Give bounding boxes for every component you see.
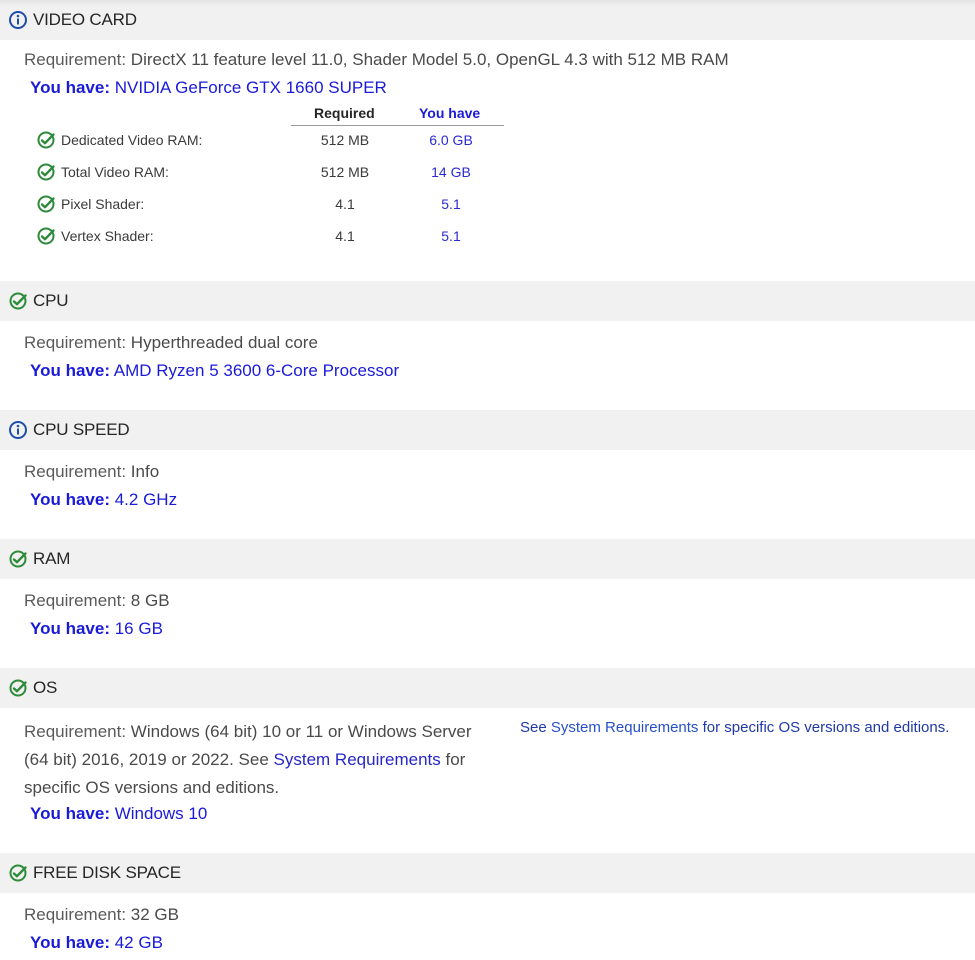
have-value: 14 GB (431, 164, 471, 180)
check-circle-icon (37, 131, 55, 149)
system-requirements-link[interactable]: System Requirements (274, 750, 441, 769)
you-have-text: You have: Windows 10 (30, 804, 208, 823)
required-value: 4.1 (335, 196, 355, 212)
have-value: 5.1 (441, 228, 461, 244)
info-icon (9, 421, 27, 439)
row-label: Pixel Shader: (61, 196, 145, 212)
section-header-ram[interactable]: RAM (0, 539, 975, 579)
requirement-text: Requirement: Info (24, 462, 160, 481)
check-circle-icon (9, 550, 27, 568)
table-row: Dedicated Video RAM: 512 MB 6.0 GB (36, 129, 506, 151)
section-title: RAM (33, 549, 71, 568)
check-circle-icon (9, 292, 27, 310)
requirements-page: VIDEO CARD Requirement: DirectX 11 featu… (0, 0, 975, 960)
row-label: Total Video RAM: (61, 164, 169, 180)
row-label: Vertex Shader: (61, 228, 154, 244)
column-header-you-have: You have (419, 105, 481, 121)
table-header-divider (291, 125, 504, 126)
you-have-text: You have: NVIDIA GeForce GTX 1660 SUPER (30, 78, 387, 97)
check-circle-icon (9, 679, 27, 697)
required-value: 4.1 (335, 228, 355, 244)
check-circle-icon (37, 163, 55, 181)
system-requirements-side-link[interactable]: System Requirements (551, 719, 699, 736)
required-value: 512 MB (320, 164, 370, 180)
you-have-text: You have: 4.2 GHz (30, 490, 178, 509)
section-title: OS (33, 678, 58, 697)
os-side-note: See System Requirements for specific OS … (520, 719, 950, 736)
section-header-cpu-speed[interactable]: CPU SPEED (0, 410, 975, 450)
section-header-cpu[interactable]: CPU (0, 281, 975, 321)
required-value: 512 MB (320, 132, 370, 148)
table-row: Vertex Shader: 4.1 5.1 (36, 225, 506, 247)
section-title: CPU SPEED (33, 420, 130, 439)
check-circle-icon (9, 864, 27, 882)
table-row: Pixel Shader: 4.1 5.1 (36, 193, 506, 215)
requirement-text: Requirement: DirectX 11 feature level 11… (24, 50, 729, 69)
info-icon (9, 11, 27, 29)
column-header-required: Required (314, 105, 375, 121)
section-title: CPU (33, 291, 69, 310)
have-value: 5.1 (441, 196, 461, 212)
section-title: FREE DISK SPACE (33, 863, 181, 882)
check-circle-icon (37, 227, 55, 245)
have-value: 6.0 GB (429, 132, 473, 148)
requirement-text: Requirement: Hyperthreaded dual core (24, 333, 318, 352)
you-have-text: You have: 16 GB (30, 619, 163, 638)
section-header-video-card[interactable]: VIDEO CARD (0, 0, 975, 40)
section-title: VIDEO CARD (33, 10, 137, 29)
row-label: Dedicated Video RAM: (61, 132, 203, 148)
table-row: Total Video RAM: 512 MB 14 GB (36, 161, 506, 183)
you-have-text: You have: 42 GB (30, 933, 163, 952)
you-have-text: You have: AMD Ryzen 5 3600 6-Core Proces… (30, 361, 400, 380)
check-circle-icon (37, 195, 55, 213)
requirement-text: Requirement: 32 GB (24, 905, 179, 924)
section-header-free-disk-space[interactable]: FREE DISK SPACE (0, 853, 975, 893)
section-header-os[interactable]: OS (0, 668, 975, 708)
requirement-text: Requirement: Windows (64 bit) 10 or 11 o… (24, 722, 472, 797)
requirement-text: Requirement: 8 GB (24, 591, 170, 610)
